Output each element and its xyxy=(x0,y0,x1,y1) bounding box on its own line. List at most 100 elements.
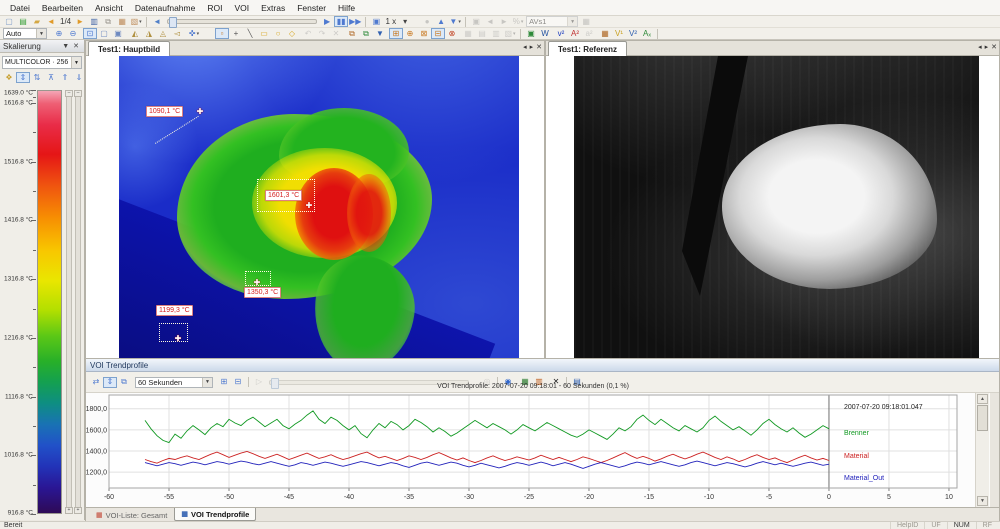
roi-ellipse-icon[interactable]: ○ xyxy=(271,28,285,39)
palette-table-icon[interactable]: ▦ xyxy=(598,28,612,39)
scale-max-up-button[interactable]: – xyxy=(65,90,73,97)
tab-referenz[interactable]: Test1: Referenz xyxy=(548,41,627,56)
options-icon[interactable]: ▦ xyxy=(579,16,593,27)
scale-max-slider[interactable] xyxy=(66,90,72,514)
voi-export-icon[interactable]: ▤ xyxy=(475,28,489,39)
menu-item-bearbeiten[interactable]: Bearbeiten xyxy=(36,3,89,13)
tab-close-icon[interactable]: ✕ xyxy=(536,43,542,51)
voi-ax-icon[interactable]: Aₓ xyxy=(640,28,654,39)
scale-max-down-button[interactable]: + xyxy=(65,507,73,514)
measurement-region[interactable] xyxy=(159,323,188,342)
voi-v1-icon[interactable]: V¹ xyxy=(612,28,626,39)
menu-item-voi[interactable]: VOI xyxy=(228,3,255,13)
roi-line-icon[interactable]: ╲ xyxy=(243,28,257,39)
scroll-up-icon[interactable]: ▲ xyxy=(977,394,988,404)
thermal-image[interactable]: ✚1090,1 °C✚1601,3 °C✚1350,3 °C✚1199,3 °C xyxy=(119,56,519,358)
pin-icon[interactable]: ▼ xyxy=(60,43,71,50)
rotate-ccw-icon[interactable]: ◭ xyxy=(128,28,142,39)
stop-icon[interactable]: ▣ xyxy=(369,16,383,27)
open-folder-icon[interactable]: ▰ xyxy=(30,16,44,27)
save-icon[interactable]: ▥ xyxy=(87,16,101,27)
menu-item-ansicht[interactable]: Ansicht xyxy=(89,3,129,13)
prev-view-icon[interactable]: ◄ xyxy=(44,16,58,27)
auto-combo[interactable]: Auto▼ xyxy=(3,28,47,39)
next-frame-icon[interactable]: ► xyxy=(497,16,511,27)
roi-undo-icon[interactable]: ↶ xyxy=(301,28,315,39)
slider-thumb[interactable] xyxy=(169,17,177,28)
measurement-cross-icon[interactable]: ✚ xyxy=(175,335,182,343)
measurement-cross-icon[interactable]: ✚ xyxy=(254,279,261,287)
percent-icon[interactable]: %▾ xyxy=(511,16,525,27)
tab-scroll-left-icon[interactable]: ◂ xyxy=(523,43,527,51)
voi-v2-icon[interactable]: V² xyxy=(626,28,640,39)
avs-combo[interactable]: AVs1▼ xyxy=(526,16,578,27)
menu-item-roi[interactable]: ROI xyxy=(201,3,228,13)
speed-dropdown-icon[interactable]: ▾ xyxy=(398,16,412,27)
formula-a2-icon[interactable]: A² xyxy=(568,28,582,39)
tab-scroll-right-icon[interactable]: ▸ xyxy=(530,43,534,51)
prev-frame-icon[interactable]: ◄ xyxy=(483,16,497,27)
flip-vertical-icon[interactable]: ◅ xyxy=(170,28,184,39)
word-export-icon[interactable]: W xyxy=(538,28,552,39)
tab-scroll-left-icon[interactable]: ◂ xyxy=(978,43,982,51)
zoom-in-icon[interactable]: ⊕ xyxy=(52,28,66,39)
copy-icon[interactable]: ⧉ xyxy=(101,16,115,27)
tab-scroll-right-icon[interactable]: ▸ xyxy=(985,43,989,51)
color-scale-gradient[interactable] xyxy=(37,90,62,514)
shift-up-icon[interactable]: ⇑ xyxy=(58,72,72,83)
voi-delete-icon[interactable]: ⊗ xyxy=(445,28,459,39)
autoscale-icon[interactable]: ⇕ xyxy=(16,72,30,83)
window-size-icon[interactable]: ▢ xyxy=(97,28,111,39)
palette-combo[interactable]: MULTICOLOR · 256 ▼ xyxy=(2,56,82,69)
trend-vertical-scrollbar[interactable]: ▲ ▼ xyxy=(975,393,989,507)
voi-freehand-icon[interactable]: ⊟ xyxy=(431,28,445,39)
roi-save-icon[interactable]: ▼ xyxy=(373,28,387,39)
voi-import-icon[interactable]: ▥ xyxy=(489,28,503,39)
copy-trend-icon[interactable]: ⇄ xyxy=(89,377,103,388)
voi-list-icon[interactable]: ▦ xyxy=(461,28,475,39)
roi-polygon-icon[interactable]: ◇ xyxy=(285,28,299,39)
zoom-out-icon[interactable]: ⊖ xyxy=(66,28,80,39)
temperature-label[interactable]: 1350,3 °C xyxy=(244,287,281,298)
next-view-icon[interactable]: ► xyxy=(73,16,87,27)
image-save-icon[interactable]: ▣ xyxy=(524,28,538,39)
roi-copy-icon[interactable]: ⧉ xyxy=(345,28,359,39)
formula-a2-small-icon[interactable]: a² xyxy=(582,28,596,39)
pause-icon[interactable]: ▮▮ xyxy=(334,16,348,27)
speaker-icon[interactable]: ◄ xyxy=(150,16,164,27)
measurement-cross-icon[interactable]: ✚ xyxy=(197,108,204,116)
rotate-cw-icon[interactable]: ◮ xyxy=(142,28,156,39)
menu-item-datenaufnahme[interactable]: Datenaufnahme xyxy=(129,3,202,13)
menu-item-hilfe[interactable]: Hilfe xyxy=(332,3,361,13)
roi-redo-icon[interactable]: ↷ xyxy=(315,28,329,39)
chevron-down-icon[interactable]: ▼ xyxy=(71,57,81,68)
tab-close-icon[interactable]: ✕ xyxy=(991,43,997,51)
temperature-label[interactable]: 1601,3 °C xyxy=(265,190,302,201)
chevron-down-icon[interactable]: ▼ xyxy=(36,29,46,38)
tab-hauptbild[interactable]: Test1: Hauptbild xyxy=(88,41,170,56)
new-file-icon[interactable]: ▢ xyxy=(2,16,16,27)
goto-start-icon[interactable]: ▲ xyxy=(434,16,448,27)
bottom-tab-voi-liste-gesamt[interactable]: ▦VOI-Liste: Gesamt xyxy=(89,508,174,522)
flip-horizontal-icon[interactable]: ◬ xyxy=(156,28,170,39)
scroll-down-icon[interactable]: ▼ xyxy=(977,496,988,506)
roi-point-icon[interactable]: + xyxy=(229,28,243,39)
close-icon[interactable]: ✕ xyxy=(71,42,81,50)
trend-chart[interactable]: -60-55-50-45-40-35-30-25-20-15-10-505101… xyxy=(86,393,978,507)
max-lock-icon[interactable]: ⊼ xyxy=(44,72,58,83)
record-icon[interactable]: ● xyxy=(420,16,434,27)
play-icon[interactable]: ▶ xyxy=(320,16,334,27)
export-image-icon[interactable]: ▧▾ xyxy=(129,16,143,27)
full-size-icon[interactable]: ▣ xyxy=(111,28,125,39)
goto-end-icon[interactable]: ▼▾ xyxy=(448,16,462,27)
scrollbar-thumb[interactable] xyxy=(977,405,988,431)
voi-rect-icon[interactable]: ⊞ xyxy=(389,28,403,39)
menu-item-fenster[interactable]: Fenster xyxy=(291,3,332,13)
fit-image-icon[interactable]: ⊡ xyxy=(83,28,97,39)
voi-stats-icon[interactable]: ▧▾ xyxy=(503,28,517,39)
fast-forward-icon[interactable]: ▶▶ xyxy=(348,16,362,27)
shift-down-icon[interactable]: ⇓ xyxy=(72,72,86,83)
reference-image[interactable] xyxy=(574,56,979,358)
bottom-tab-voi-trendprofile[interactable]: ▦VOI Trendprofile xyxy=(174,508,256,521)
voi-ellipse-icon[interactable]: ⊕ xyxy=(403,28,417,39)
